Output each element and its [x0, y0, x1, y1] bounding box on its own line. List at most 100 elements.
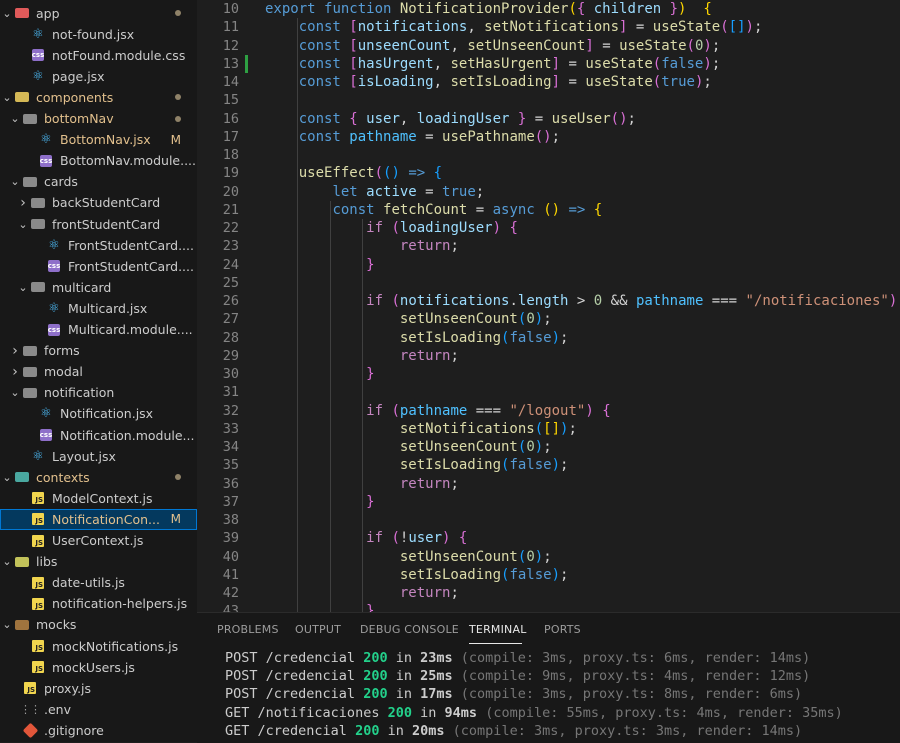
- code-line[interactable]: 29 return;: [197, 347, 900, 365]
- code-line[interactable]: 25: [197, 274, 900, 292]
- file-row[interactable]: ⚛ Layout.jsx: [0, 446, 197, 467]
- chevron-down-icon[interactable]: ⌄: [8, 175, 22, 188]
- chevron-down-icon[interactable]: ⌄: [0, 7, 14, 20]
- chevron-right-icon[interactable]: ›: [8, 343, 22, 359]
- chevron-down-icon[interactable]: ⌄: [0, 555, 14, 568]
- code-line[interactable]: 36 return;: [197, 475, 900, 493]
- file-row[interactable]: JS ModelContext.js: [0, 488, 197, 509]
- code-line[interactable]: 43 }: [197, 602, 900, 612]
- code-line[interactable]: 30 }: [197, 365, 900, 383]
- line-number: 18: [222, 147, 239, 163]
- chevron-down-icon[interactable]: ⌄: [8, 386, 22, 399]
- code-line[interactable]: 14 const [isLoading, setIsLoading] = use…: [197, 73, 900, 91]
- file-row[interactable]: JS mockUsers.js: [0, 657, 197, 678]
- code-line[interactable]: 10 export function NotificationProvider({…: [197, 0, 900, 18]
- tab-output[interactable]: OUTPUT: [295, 623, 341, 636]
- code-line[interactable]: 13 const [hasUrgent, setHasUrgent] = use…: [197, 54, 900, 73]
- folder-row[interactable]: ⌄ multicard: [0, 277, 197, 298]
- code-line[interactable]: 27 setUnseenCount(0);: [197, 310, 900, 328]
- code-line[interactable]: 40 setUnseenCount(0);: [197, 548, 900, 566]
- folder-row[interactable]: ⌄ frontStudentCard: [0, 214, 197, 235]
- code-line[interactable]: 31: [197, 383, 900, 401]
- code-token: ,: [433, 55, 451, 72]
- code-line[interactable]: 11 const [notifications, setNotification…: [197, 18, 900, 36]
- chevron-down-icon[interactable]: ⌄: [16, 281, 30, 294]
- code-line[interactable]: 21 const fetchCount = async () => {: [197, 201, 900, 219]
- code-line[interactable]: 38: [197, 511, 900, 529]
- code-line[interactable]: 22 if (loadingUser) {: [197, 219, 900, 237]
- chevron-down-icon[interactable]: ⌄: [8, 112, 22, 125]
- code-line[interactable]: 12 const [unseenCount, setUnseenCount] =…: [197, 37, 900, 55]
- file-row[interactable]: ⋮⋮ .env: [0, 699, 197, 720]
- code-line[interactable]: 39 if (!user) {: [197, 529, 900, 547]
- code-line[interactable]: 19 useEffect(() => {: [197, 164, 900, 182]
- code-line[interactable]: 20 let active = true;: [197, 183, 900, 201]
- folder-row[interactable]: ⌄ libs: [0, 551, 197, 572]
- tab-ports[interactable]: PORTS: [544, 623, 581, 636]
- code-line[interactable]: 15: [197, 91, 900, 109]
- code-token: loadingUser: [399, 220, 493, 236]
- code-line[interactable]: 26 if (notifications.length > 0 && pathn…: [197, 292, 900, 310]
- tab-problems[interactable]: PROBLEMS: [217, 623, 279, 636]
- css-file-icon: css: [47, 260, 61, 273]
- chevron-down-icon[interactable]: ⌄: [16, 218, 30, 231]
- file-row[interactable]: JS notification-helpers.js: [0, 593, 197, 614]
- code-editor[interactable]: 10 export function NotificationProvider({…: [197, 0, 900, 612]
- tree-item-label: not-found.jsx: [52, 26, 135, 42]
- tab-terminal[interactable]: TERMINAL: [469, 623, 527, 636]
- file-row[interactable]: css notFound.module.css: [0, 45, 197, 66]
- file-row[interactable]: JS UserContext.js: [0, 530, 197, 551]
- file-row[interactable]: ⚛ Notification.jsx: [0, 403, 197, 424]
- folder-row[interactable]: ⌄ components: [0, 87, 197, 108]
- folder-row[interactable]: ⌄ app: [0, 3, 197, 24]
- code-line[interactable]: 24 }: [197, 256, 900, 274]
- folder-row[interactable]: ⌄ cards: [0, 171, 197, 192]
- file-row[interactable]: JS mockNotifications.js: [0, 636, 197, 657]
- code-token: (: [374, 165, 384, 182]
- code-line[interactable]: 23 return;: [197, 237, 900, 255]
- code-line[interactable]: 33 setNotifications([]);: [197, 420, 900, 438]
- folder-row[interactable]: › backStudentCard: [0, 192, 197, 213]
- file-row[interactable]: ⚛ BottomNav.jsx M: [0, 129, 197, 150]
- code-line[interactable]: 16 const { user, loadingUser } = useUser…: [197, 110, 900, 128]
- file-row[interactable]: css Multicard.module....: [0, 319, 197, 340]
- code-line[interactable]: 17 const pathname = usePathname();: [197, 128, 900, 146]
- code-line[interactable]: 37 }: [197, 493, 900, 511]
- folder-row[interactable]: ⌄ bottomNav: [0, 108, 197, 129]
- folder-row[interactable]: › modal: [0, 361, 197, 382]
- folder-row[interactable]: ⌄ contexts: [0, 467, 197, 488]
- file-row[interactable]: css Notification.module...: [0, 425, 197, 446]
- file-row[interactable]: JS proxy.js: [0, 678, 197, 699]
- file-row[interactable]: css BottomNav.module....: [0, 150, 197, 171]
- code-line[interactable]: 41 setIsLoading(false);: [197, 566, 900, 584]
- file-row[interactable]: JS NotificationCon... M: [0, 508, 197, 530]
- chevron-right-icon[interactable]: ›: [16, 195, 30, 211]
- chevron-down-icon[interactable]: ⌄: [0, 91, 14, 104]
- folder-row[interactable]: ⌄ notification: [0, 382, 197, 403]
- file-row[interactable]: JS date-utils.js: [0, 572, 197, 593]
- tab-debug-console[interactable]: DEBUG CONSOLE: [360, 623, 459, 636]
- code-line[interactable]: 42 return;: [197, 584, 900, 602]
- tree-item-label: contexts: [36, 469, 90, 485]
- file-row[interactable]: css FrontStudentCard....: [0, 256, 197, 277]
- code-line[interactable]: 34 setUnseenCount(0);: [197, 438, 900, 456]
- file-row[interactable]: ⚛ Multicard.jsx: [0, 298, 197, 319]
- code-line[interactable]: 18: [197, 146, 900, 164]
- file-row[interactable]: ⚛ page.jsx: [0, 66, 197, 87]
- code-line[interactable]: 28 setIsLoading(false);: [197, 329, 900, 347]
- code-line[interactable]: 32 if (pathname === "/logout") {: [197, 402, 900, 420]
- file-row[interactable]: .gitignore: [0, 720, 197, 741]
- folder-row[interactable]: › forms: [0, 340, 197, 361]
- code-token: setIsLoading: [450, 74, 552, 90]
- modified-dot-icon: [175, 10, 181, 16]
- chevron-right-icon[interactable]: ›: [8, 364, 22, 380]
- css-file-icon: css: [39, 429, 53, 441]
- modified-badge: M: [170, 512, 181, 527]
- folder-row[interactable]: ⌄ mocks: [0, 614, 197, 635]
- chevron-down-icon[interactable]: ⌄: [0, 471, 14, 484]
- chevron-down-icon[interactable]: ⌄: [0, 618, 14, 631]
- code-line[interactable]: 35 setIsLoading(false);: [197, 456, 900, 474]
- file-row[interactable]: ⚛ not-found.jsx: [0, 24, 197, 45]
- file-row[interactable]: ⚛ FrontStudentCard....: [0, 235, 197, 256]
- terminal-in: in: [420, 704, 437, 721]
